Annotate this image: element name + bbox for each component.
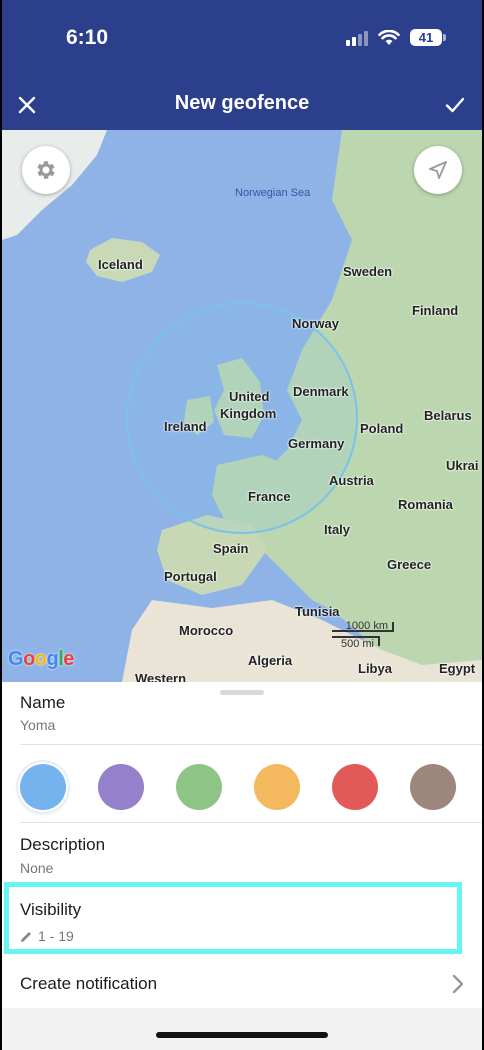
map-label: Italy	[324, 522, 351, 537]
page-title: New geofence	[174, 92, 310, 114]
map-label: Germany	[288, 436, 345, 451]
map-label: Egypt	[439, 661, 476, 676]
checkmark-icon	[445, 97, 465, 113]
map-label: Ireland	[164, 419, 207, 434]
map-label: Denmark	[293, 384, 349, 399]
visibility-value: 1 - 19	[38, 928, 74, 944]
map-label: Kingdom	[220, 406, 277, 421]
map-label: Belarus	[424, 408, 472, 423]
phone-screen: 6:10 41 New geofence Norwegian Sea Icela…	[2, 0, 482, 1050]
google-logo: Google	[8, 648, 74, 670]
locate-button[interactable]	[414, 146, 462, 194]
map-label: Spain	[213, 541, 249, 556]
color-swatch-brown[interactable]	[410, 764, 456, 810]
map-label: Poland	[360, 421, 404, 436]
map-view[interactable]: Norwegian Sea Iceland Sweden Finland Nor…	[2, 130, 482, 682]
map-label: Tunisia	[295, 604, 340, 619]
description-label: Description	[20, 835, 106, 854]
geofence-form-sheet: Name Yoma Description None Visibility 1 …	[2, 682, 482, 1050]
color-swatch-red[interactable]	[332, 764, 378, 810]
map-label-sea: Norwegian Sea	[235, 187, 311, 199]
map-label: Portugal	[164, 569, 217, 584]
color-swatch-orange[interactable]	[254, 764, 300, 810]
navigation-arrow-icon	[429, 161, 447, 179]
visibility-label: Visibility	[20, 900, 82, 919]
scale-mi: 500 mi	[332, 636, 380, 650]
map-label: Algeria	[248, 653, 293, 668]
divider	[20, 822, 482, 823]
name-label: Name	[20, 693, 66, 712]
bottom-bar	[2, 1008, 482, 1050]
home-indicator[interactable]	[156, 1032, 328, 1038]
map-label: Iceland	[98, 257, 143, 272]
visibility-value-row[interactable]: 1 - 19	[20, 928, 74, 944]
map-label: Austria	[329, 473, 374, 488]
map-label: Morocco	[179, 623, 234, 638]
map-label: Greece	[387, 557, 432, 572]
pencil-icon	[21, 931, 31, 942]
create-notification-label: Create notification	[20, 974, 158, 993]
sheet-drag-handle[interactable]	[220, 690, 264, 695]
map-label: France	[248, 489, 291, 504]
chevron-right-icon	[452, 974, 464, 994]
map-label: Ukrai	[446, 458, 479, 473]
app-header: 6:10 41 New geofence	[2, 0, 482, 130]
map-label: Finland	[412, 303, 459, 318]
wifi-icon	[378, 29, 400, 45]
map-settings-button[interactable]	[22, 146, 70, 194]
create-notification-row[interactable]: Create notification	[2, 962, 482, 1008]
description-value[interactable]: None	[20, 860, 53, 876]
map-label: Romania	[398, 497, 453, 512]
color-swatch-purple[interactable]	[98, 764, 144, 810]
gear-icon	[37, 161, 55, 179]
battery-icon: 41	[410, 29, 446, 46]
battery-level: 41	[418, 30, 434, 45]
signal-icon	[346, 30, 368, 46]
map-label: United	[229, 389, 270, 404]
map-label: Libya	[358, 661, 392, 676]
name-value[interactable]: Yoma	[20, 717, 55, 733]
map-scale: 1000 km 500 mi	[332, 621, 394, 650]
color-swatch-blue[interactable]	[20, 764, 66, 810]
map-label: Sweden	[343, 264, 393, 279]
confirm-button[interactable]	[438, 88, 472, 122]
status-icons: 41	[346, 29, 446, 46]
scale-km: 1000 km	[332, 621, 394, 632]
map-label: Western	[135, 671, 187, 682]
map-label: Norway	[292, 316, 339, 331]
divider	[20, 744, 482, 745]
color-swatch-green[interactable]	[176, 764, 222, 810]
color-picker	[20, 764, 464, 810]
status-time: 6:10	[66, 26, 109, 49]
